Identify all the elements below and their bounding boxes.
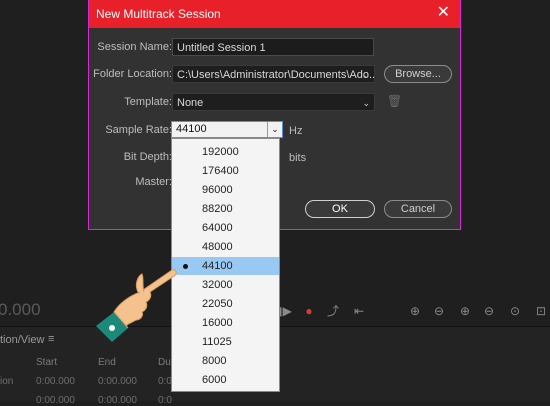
sample-rate-unit: Hz — [289, 125, 303, 137]
template-value: None — [177, 97, 204, 109]
skip-back-icon[interactable]: ⇤ — [352, 304, 366, 318]
column-start: Start — [36, 357, 58, 368]
zoom-fit-icon[interactable]: ⊙ — [508, 304, 522, 318]
column-end: End — [98, 357, 116, 368]
folder-location-value: C:\Users\Administrator\Documents\Ado... — [177, 69, 375, 81]
view-duration-value[interactable]: 0:0 — [158, 395, 172, 406]
view-end-value[interactable]: 0:00.000 — [98, 395, 137, 406]
template-dropdown[interactable]: None ⌄ — [172, 93, 375, 111]
folder-location-dropdown[interactable]: C:\Users\Administrator\Documents\Ado... … — [172, 65, 375, 83]
sample-rate-option[interactable]: 32000 — [172, 276, 279, 294]
selected-bullet-icon — [183, 264, 188, 269]
selection-duration-value[interactable]: 0:0 — [158, 376, 172, 387]
sample-rate-dropdown[interactable]: 44100 ⌄ — [171, 121, 283, 138]
sample-rate-option[interactable]: 48000 — [172, 238, 279, 256]
sample-rate-option[interactable]: 11025 — [172, 333, 279, 351]
master-label: Master: — [135, 176, 172, 188]
sample-rate-option[interactable]: 6000 — [172, 371, 279, 389]
delete-template-icon[interactable]: 🗑 — [387, 94, 402, 108]
panel-menu-icon[interactable]: ≡ — [48, 333, 54, 345]
sample-rate-label: Sample Rate: — [105, 124, 172, 136]
session-name-label: Session Name: — [97, 41, 172, 53]
dialog-titlebar: New Multitrack Session ✕ — [89, 0, 460, 28]
panel-title: tion/View — [0, 334, 45, 346]
loop-icon[interactable]: ⤴ — [326, 304, 340, 318]
view-start-value[interactable]: 0:00.000 — [36, 395, 75, 406]
sample-rate-option[interactable]: 44100 — [172, 257, 279, 275]
selection-start-value[interactable]: 0:00.000 — [36, 376, 75, 387]
sample-rate-option[interactable]: 16000 — [172, 314, 279, 332]
template-label: Template: — [124, 96, 172, 108]
timecode-display: 0.000 — [0, 300, 41, 319]
sample-rate-option[interactable]: 192000 — [172, 143, 279, 161]
sample-rate-option[interactable]: 22050 — [172, 295, 279, 313]
sample-rate-option[interactable]: 96000 — [172, 181, 279, 199]
record-icon[interactable]: ● — [302, 304, 316, 318]
selection-end-value[interactable]: 0:00.000 — [98, 376, 137, 387]
session-name-field[interactable]: Untitled Session 1 — [172, 38, 374, 56]
folder-location-label: Folder Location: — [93, 68, 172, 80]
chevron-down-icon: ⌄ — [362, 70, 370, 80]
row-label: ion — [0, 376, 14, 387]
column-duration: Du — [158, 357, 171, 368]
sample-rate-options-list: 192000 176400 96000 88200 64000 48000 44100 320… — [171, 138, 280, 392]
zoom-in-amplitude-icon[interactable]: ⊕ — [408, 304, 422, 318]
zoom-out-time-icon[interactable]: ⊖ — [482, 304, 496, 318]
sample-rate-option[interactable]: 176400 — [172, 162, 279, 180]
sample-rate-option[interactable]: 88200 — [172, 200, 279, 218]
transport-toolbar: ▮▶ ● ⤴ ⇤ ⊕ ⊖ ⊕ ⊖ ⊙ ⊡ — [276, 304, 550, 322]
ok-button[interactable]: OK — [305, 200, 375, 218]
chevron-down-icon: ⌄ — [362, 98, 370, 108]
zoom-in-time-icon[interactable]: ⊕ — [458, 304, 472, 318]
close-icon[interactable]: ✕ — [437, 5, 450, 21]
zoom-selection-icon[interactable]: ⊡ — [534, 304, 548, 318]
sample-rate-value: 44100 — [176, 123, 207, 135]
chevron-down-icon: ⌄ — [267, 122, 282, 137]
bit-depth-unit: bits — [289, 152, 307, 164]
sample-rate-option[interactable]: 8000 — [172, 352, 279, 370]
option-label: 44100 — [202, 260, 233, 272]
bit-depth-label: Bit Depth: — [123, 151, 172, 163]
dialog-title: New Multitrack Session — [96, 7, 221, 21]
zoom-out-amplitude-icon[interactable]: ⊖ — [432, 304, 446, 318]
pointing-hand-icon — [96, 269, 177, 342]
browse-button[interactable]: Browse... — [384, 65, 452, 83]
sample-rate-option[interactable]: 64000 — [172, 219, 279, 237]
cancel-button[interactable]: Cancel — [384, 200, 452, 218]
